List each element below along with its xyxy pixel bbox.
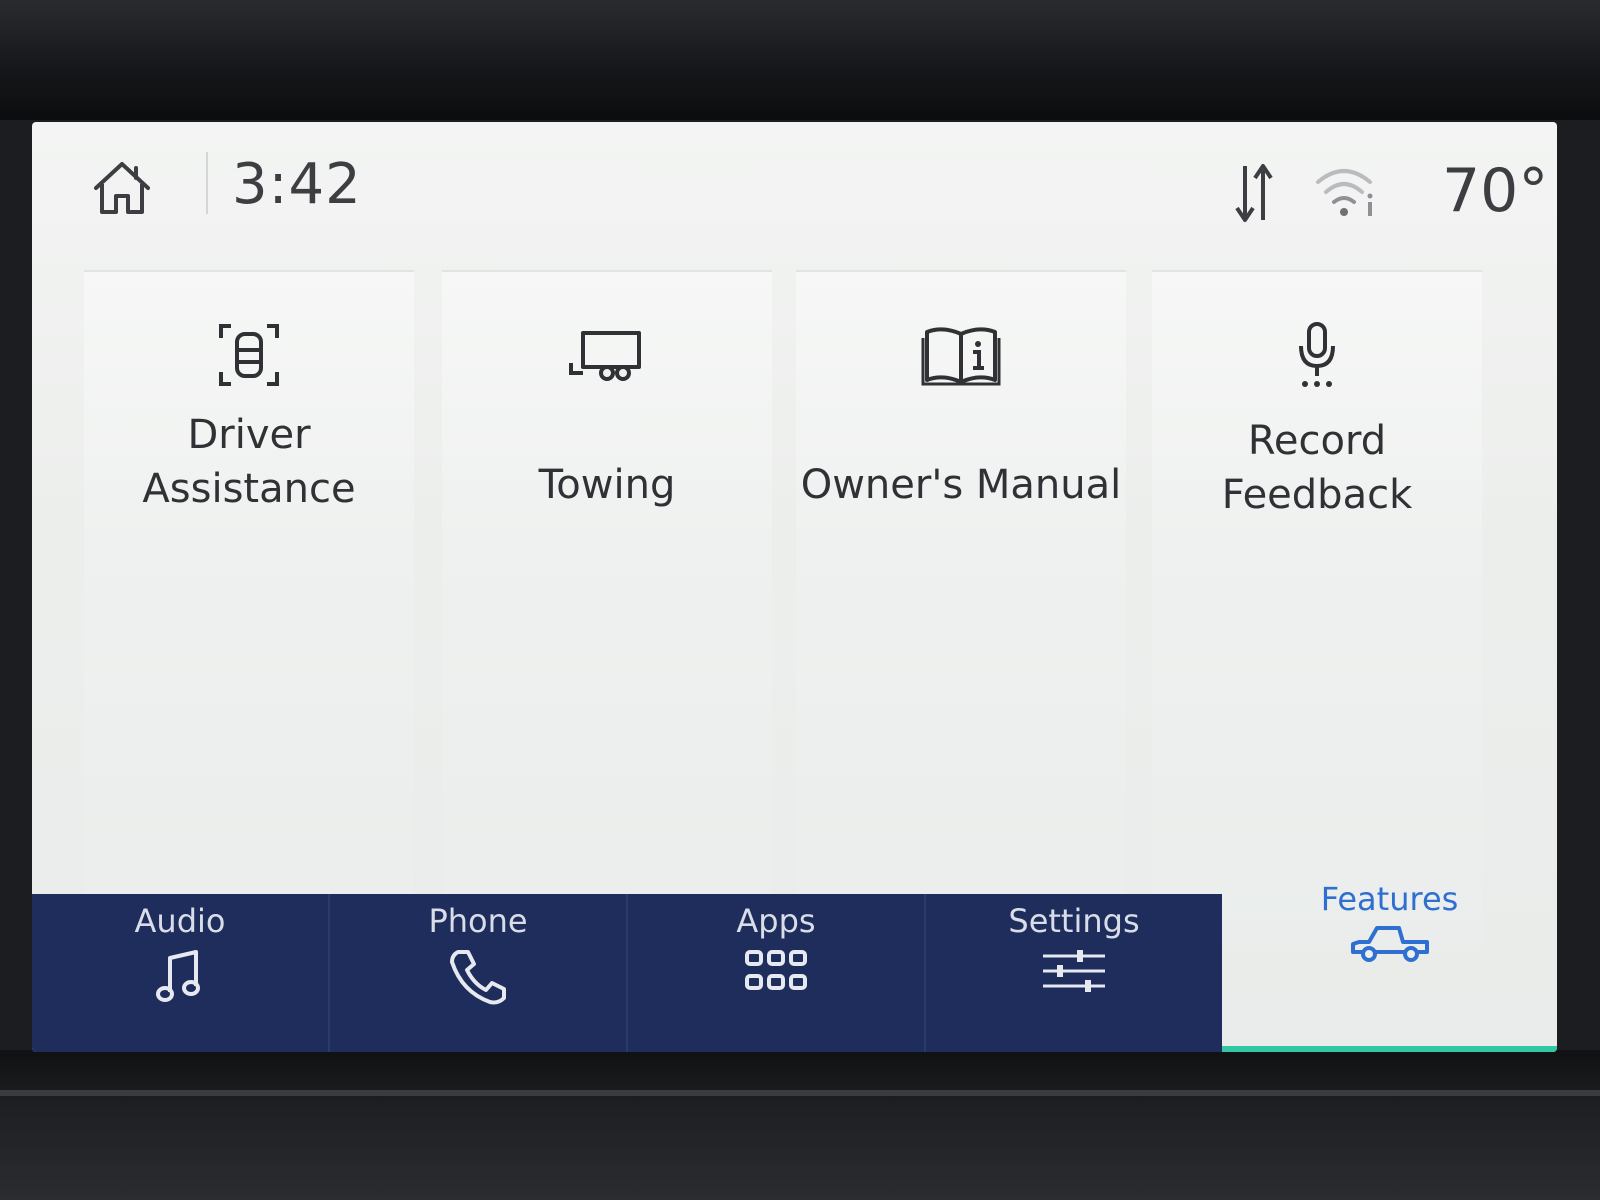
- status-bar: 3:42 70°: [32, 122, 1557, 252]
- phone-icon: [450, 950, 506, 1005]
- bottom-navigation: Audio Phone Apps Settings Features: [32, 880, 1557, 1052]
- home-icon: [94, 162, 150, 214]
- nav-apps[interactable]: Apps: [628, 894, 926, 1052]
- tile-label-line: Driver: [187, 412, 311, 458]
- home-button[interactable]: [82, 148, 162, 228]
- tile-label: Record Feedback: [1222, 414, 1413, 522]
- nav-audio[interactable]: Audio: [32, 894, 330, 1052]
- clock: 3:42: [232, 152, 362, 217]
- sliders-icon: [1043, 950, 1105, 992]
- nav-settings[interactable]: Settings: [926, 894, 1222, 1052]
- app-grid-icon: [745, 950, 807, 990]
- tile-driver-assistance[interactable]: Driver Assistance: [84, 270, 414, 950]
- nav-phone[interactable]: Phone: [330, 894, 628, 1052]
- display-bezel-bottom: [0, 1050, 1600, 1200]
- music-note-icon: [156, 950, 200, 1002]
- tile-label: Driver Assistance: [142, 408, 355, 516]
- nav-label: Phone: [428, 902, 528, 940]
- outside-temperature: 70°: [1442, 156, 1549, 226]
- tile-label: Owner's Manual: [800, 462, 1122, 508]
- bezel-ridge: [0, 1090, 1600, 1096]
- infotainment-screen: 3:42 70° Driver Assistance Towing Owner'…: [32, 122, 1557, 1052]
- tile-label: Towing: [538, 462, 676, 508]
- wifi-hotspot-icon: [1316, 169, 1373, 216]
- microphone-icon: [1299, 322, 1335, 387]
- display-bezel-top: [0, 0, 1600, 120]
- sync-arrows-icon: [1235, 164, 1273, 222]
- status-divider: [206, 152, 208, 214]
- nav-label: Audio: [134, 902, 226, 940]
- active-tab-indicator: [1222, 1046, 1557, 1052]
- driver-assist-icon: [219, 324, 279, 386]
- tile-label-line: Assistance: [142, 466, 356, 512]
- truck-icon: [1350, 926, 1429, 962]
- tile-label-line: Feedback: [1221, 472, 1413, 518]
- tile-label-line: Record: [1247, 418, 1387, 464]
- tile-owners-manual[interactable]: Owner's Manual: [796, 270, 1126, 950]
- nav-label: Settings: [1008, 902, 1140, 940]
- nav-features[interactable]: Features: [1222, 880, 1557, 1052]
- tile-towing[interactable]: Towing: [442, 270, 772, 950]
- nav-label: Features: [1320, 880, 1459, 918]
- book-info-icon: [921, 327, 1001, 386]
- trailer-icon: [569, 331, 641, 381]
- nav-label: Apps: [736, 902, 816, 940]
- tile-record-feedback[interactable]: Record Feedback: [1152, 270, 1482, 950]
